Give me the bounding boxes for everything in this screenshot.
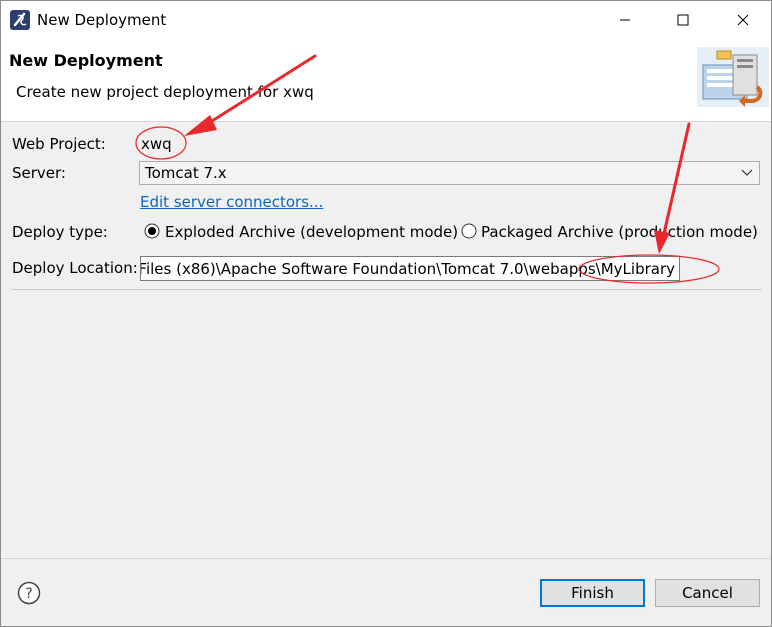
finish-button[interactable]: Finish	[540, 579, 645, 607]
deploy-location-value: C:\Program Files (x86)\Apache Software F…	[140, 260, 675, 278]
deploy-location-label: Deploy Location:	[12, 259, 138, 277]
deploy-location-field[interactable]: C:\Program Files (x86)\Apache Software F…	[140, 256, 680, 281]
radio-packaged-archive[interactable]	[461, 223, 477, 239]
dropdown-arrow-icon	[741, 169, 753, 176]
footer-separator	[1, 558, 771, 559]
help-icon[interactable]: ?	[17, 581, 41, 605]
banner-title: New Deployment	[9, 51, 163, 70]
content-separator	[12, 289, 762, 290]
radio-exploded-archive[interactable]	[144, 223, 160, 239]
deploy-wizard-icon	[697, 47, 769, 107]
web-project-value: xwq	[141, 135, 172, 153]
server-selected-value: Tomcat 7.x	[145, 164, 227, 182]
minimize-icon[interactable]	[611, 7, 639, 33]
server-label: Server:	[12, 164, 66, 182]
eclipse-app-icon	[10, 10, 30, 30]
wizard-banner: New Deployment Create new project deploy…	[1, 39, 771, 122]
window-title: New Deployment	[37, 11, 167, 29]
maximize-icon[interactable]	[669, 7, 697, 33]
web-project-label: Web Project:	[12, 135, 106, 153]
svg-text:?: ?	[25, 586, 32, 602]
server-select[interactable]: Tomcat 7.x	[139, 161, 760, 185]
deploy-type-label: Deploy type:	[12, 223, 108, 241]
cancel-button[interactable]: Cancel	[655, 579, 760, 607]
radio-packaged-archive-label[interactable]: Packaged Archive (production mode)	[481, 223, 758, 241]
edit-server-connectors-link[interactable]: Edit server connectors...	[140, 193, 323, 211]
close-icon[interactable]	[729, 7, 757, 33]
title-bar: New Deployment	[1, 1, 771, 39]
dialog-window: New Deployment New Deployment Create new…	[0, 0, 772, 627]
banner-description: Create new project deployment for xwq	[16, 83, 314, 101]
radio-exploded-archive-label[interactable]: Exploded Archive (development mode)	[165, 223, 458, 241]
